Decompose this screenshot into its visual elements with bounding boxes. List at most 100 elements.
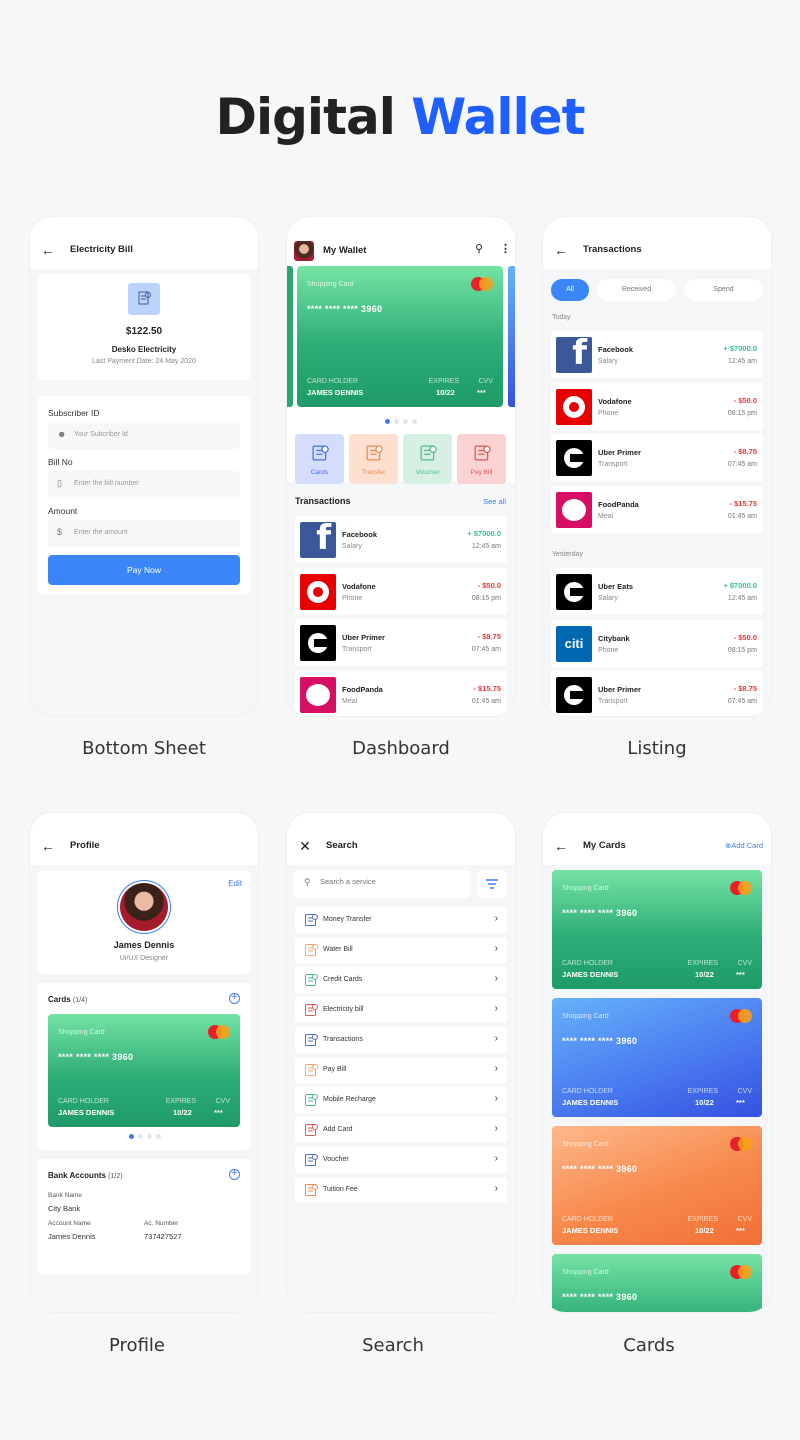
see-all-link[interactable]: See all	[483, 497, 506, 506]
chevron-right-icon: ›	[494, 1123, 498, 1134]
transaction-row[interactable]: Uber Primer Transport - $8.75 07:45 am	[551, 671, 763, 716]
service-item[interactable]: Credit Cards ›	[295, 967, 507, 993]
expires-value: 10/22	[436, 388, 455, 397]
add-circle-icon[interactable]: +	[229, 993, 240, 1004]
expires-value: 10/22	[695, 970, 714, 979]
add-circle-icon[interactable]: +	[229, 1169, 240, 1180]
carousel-dots[interactable]	[385, 419, 417, 424]
transaction-time: 07:45 am	[727, 461, 757, 469]
section-title: Cards	[48, 995, 71, 1004]
credit-card[interactable]: Shopping Card **** **** **** 3960 CARD H…	[552, 870, 762, 989]
next-card-peek[interactable]	[508, 266, 515, 407]
screen-label: Cards	[623, 1335, 675, 1356]
service-item[interactable]: Pay Bill ›	[295, 1057, 507, 1083]
user-icon: ☻	[57, 429, 67, 439]
avatar[interactable]	[294, 241, 314, 261]
account-number: 737427527	[144, 1232, 182, 1241]
transaction-row[interactable]: Uber Primer Transport - $8.75 07:45 am	[295, 619, 507, 666]
amount-input[interactable]: $ Enter the amount	[48, 520, 240, 547]
service-item[interactable]: Electricity bill ›	[295, 997, 507, 1023]
transaction-row[interactable]: Uber Eats Salary + $7000.0 12:45 am	[551, 567, 763, 615]
carousel-dot[interactable]	[412, 419, 417, 424]
credit-card[interactable]: Shopping Card **** **** **** 3960	[552, 1254, 762, 1312]
filter-tab-spend[interactable]: Spend	[684, 279, 763, 301]
carousel-dot[interactable]	[147, 1134, 152, 1139]
service-item[interactable]: Voucher ›	[295, 1147, 507, 1173]
carousel-dot[interactable]	[385, 419, 390, 424]
card-type: Shopping Card	[58, 1029, 105, 1036]
voucher-icon	[305, 1154, 318, 1166]
service-item[interactable]: Add Card ›	[295, 1117, 507, 1143]
quick-action-pay-bill[interactable]: Pay Bill	[457, 434, 506, 484]
subscriber-id-input[interactable]: ☻ Your Subcriber Id	[48, 422, 240, 449]
quick-action-transfer[interactable]: Transfer	[349, 434, 398, 484]
foodpanda-logo	[556, 492, 592, 529]
search-input[interactable]: ⚲	[294, 870, 470, 898]
bill-amount: $122.50	[125, 326, 163, 337]
expires-label: EXPIRES	[428, 378, 459, 385]
carousel-dots[interactable]	[129, 1134, 161, 1139]
transaction-row[interactable]: Vodafone Phone - $50.0 08:15 pm	[295, 567, 507, 615]
mastercard-logo	[730, 881, 752, 895]
facebook-logo: f	[300, 522, 336, 558]
pay-bill-icon	[474, 445, 491, 461]
filter-tab-all[interactable]: All	[551, 279, 589, 301]
credit-card[interactable]: Shopping Card **** **** **** 3960 CARD H…	[297, 266, 503, 407]
credit-card[interactable]: Shopping Card **** **** **** 3960 CARD H…	[552, 1126, 762, 1245]
arrow-left-icon[interactable]: ←	[553, 838, 569, 854]
card-holder: JAMES DENNIS	[562, 1226, 619, 1235]
foodpanda-logo	[300, 676, 336, 713]
carousel-dot[interactable]	[394, 419, 399, 424]
header: ← Transactions	[543, 217, 771, 269]
carousel-dot[interactable]	[138, 1134, 143, 1139]
transaction-row[interactable]: FoodPanda Meal - $15.75 01:45 am	[551, 486, 763, 534]
field-label: Subscriber ID	[48, 408, 100, 418]
bill-no-input[interactable]: ▯ Enter the bill number	[48, 471, 240, 498]
service-item[interactable]: Mobile Recharge ›	[295, 1087, 507, 1113]
transaction-row[interactable]: f Facebook Salary + $7000.0 12:45 am	[295, 516, 507, 563]
transaction-row[interactable]: Vodafone Phone - $50.0 08:15 pm	[551, 382, 763, 430]
carousel-dot[interactable]	[403, 419, 408, 424]
expires-value: 10/22	[695, 1226, 714, 1235]
card-holder-label: CARD HOLDER	[562, 1216, 613, 1223]
service-item[interactable]: Tuition Fee ›	[295, 1177, 507, 1203]
quick-action-cards[interactable]: Cards	[295, 434, 344, 484]
filter-tab-received[interactable]: Received	[597, 279, 676, 301]
transaction-row[interactable]: Uber Primer Transport - $8.75 07:45 am	[551, 434, 763, 482]
transaction-time: 08:15 pm	[727, 646, 757, 654]
more-vertical-icon[interactable]: ⋮	[500, 242, 511, 255]
transaction-row[interactable]: FoodPanda Meal - $15.75 01:45 am	[295, 670, 507, 716]
facebook-logo: f	[556, 337, 592, 373]
prev-card-peek[interactable]	[287, 266, 293, 407]
transaction-row[interactable]: f Facebook Salary + $7000.0 12:45 am	[551, 331, 763, 378]
money-transfer-icon	[305, 914, 318, 926]
service-label: Transactions	[323, 1036, 363, 1043]
pay-now-button[interactable]: Pay Now	[48, 555, 240, 585]
arrow-left-icon[interactable]: ←	[40, 838, 56, 854]
service-item[interactable]: Money Transfer ›	[295, 907, 507, 933]
search-icon[interactable]: ⚲	[475, 242, 483, 255]
filter-button[interactable]	[478, 870, 506, 898]
screen-label: Profile	[109, 1335, 165, 1356]
service-item[interactable]: Water Bill ›	[295, 937, 507, 963]
transaction-amount: - $50.0	[733, 395, 757, 405]
transaction-name: FoodPanda	[342, 684, 383, 694]
close-icon[interactable]: ✕	[297, 838, 313, 855]
arrow-left-icon[interactable]: ←	[553, 242, 569, 258]
transaction-row[interactable]: citi Citybank Phone - $50.0 08:15 pm	[551, 619, 763, 667]
header: ← Electricity Bill	[30, 217, 258, 269]
search-field[interactable]	[320, 877, 460, 886]
quick-action-voucher[interactable]: Voucher	[403, 434, 452, 484]
transaction-name: Vodafone	[598, 396, 632, 406]
add-card-button[interactable]: ⊕Add Card	[725, 841, 763, 850]
credit-card[interactable]: Shopping Card **** **** **** 3960 CARD H…	[48, 1014, 240, 1127]
arrow-left-icon[interactable]: ←	[40, 242, 56, 258]
transaction-category: Salary	[598, 358, 618, 365]
carousel-dot[interactable]	[156, 1134, 161, 1139]
chevron-right-icon: ›	[494, 973, 498, 984]
service-item[interactable]: Transactions ›	[295, 1027, 507, 1053]
credit-card[interactable]: Shopping Card **** **** **** 3960 CARD H…	[552, 998, 762, 1117]
transaction-time: 08:15 pm	[471, 594, 501, 602]
carousel-dot[interactable]	[129, 1134, 134, 1139]
edit-link[interactable]: Edit	[228, 879, 242, 888]
